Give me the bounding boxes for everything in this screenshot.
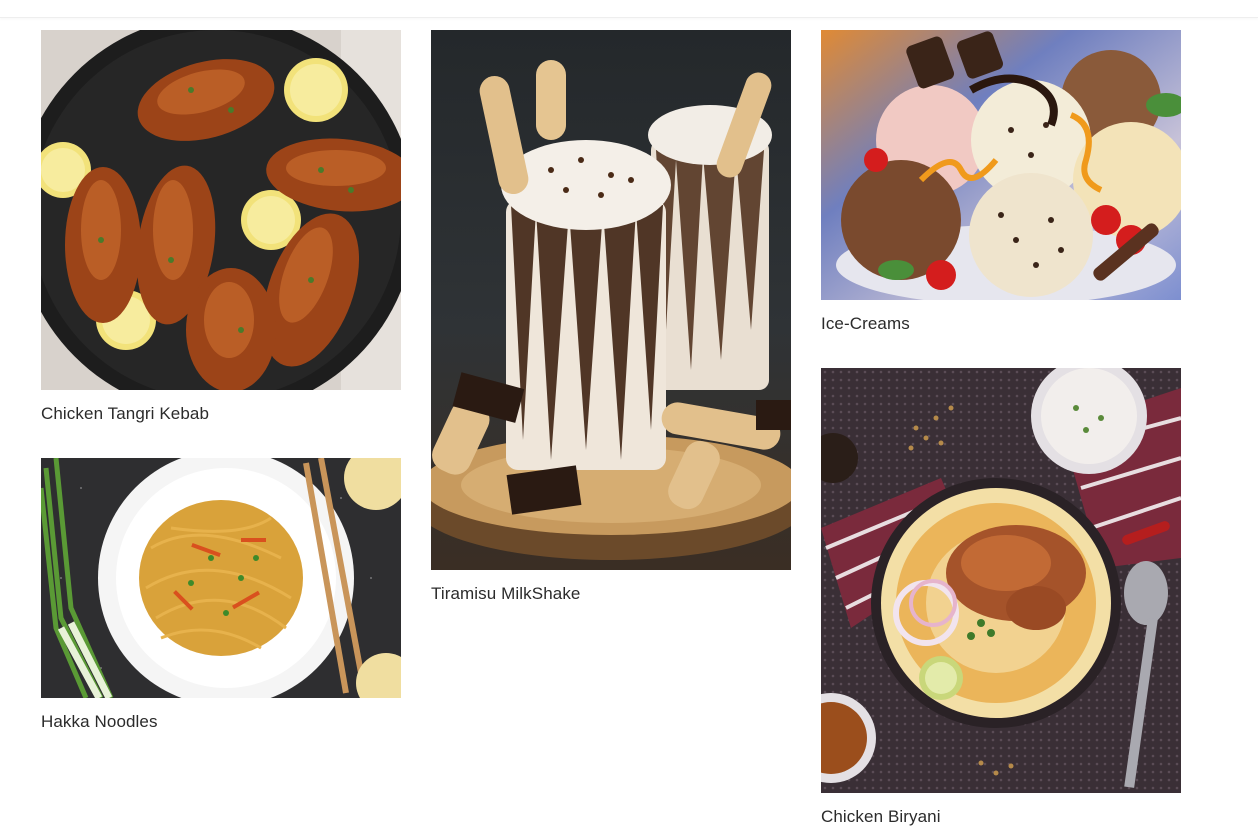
menu-item-title[interactable]: Ice-Creams [821,314,1181,334]
menu-item-chicken-tangri-kebab[interactable]: Chicken Tangri Kebab [41,30,401,424]
chicken-biryani-image[interactable] [821,368,1181,793]
hakka-noodles-image[interactable] [41,458,401,698]
chicken-tangri-kebab-image[interactable] [41,30,401,390]
menu-item-title[interactable]: Chicken Tangri Kebab [41,404,401,424]
menu-item-ice-creams[interactable]: Ice-Creams [821,30,1181,334]
top-header-bar [0,0,1258,18]
menu-item-title[interactable]: Chicken Biryani [821,807,1181,827]
menu-item-tiramisu-milkshake[interactable]: Tiramisu MilkShake [431,30,791,604]
menu-item-hakka-noodles[interactable]: Hakka Noodles [41,458,401,732]
tiramisu-milkshake-image[interactable] [431,30,791,570]
menu-item-title[interactable]: Tiramisu MilkShake [431,584,791,604]
menu-item-title[interactable]: Hakka Noodles [41,712,401,732]
menu-item-chicken-biryani[interactable]: Chicken Biryani [821,368,1181,827]
ice-creams-image[interactable] [821,30,1181,300]
